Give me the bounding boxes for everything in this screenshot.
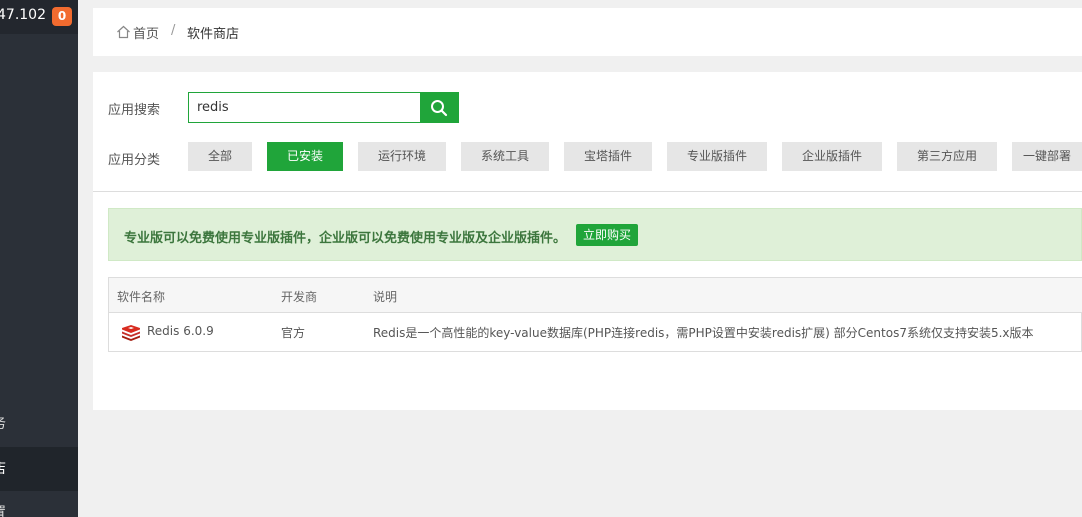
category-bt-plugins[interactable]: 宝塔插件 <box>564 142 652 171</box>
search-label: 应用搜索 <box>108 103 161 118</box>
breadcrumb: 首页 / 软件商店 <box>93 8 1082 56</box>
column-header-name[interactable]: 软件名称 <box>117 288 165 305</box>
search-icon <box>431 100 448 117</box>
notice-text: 专业版可以免费使用专业版插件，企业版可以免费使用专业版及企业版插件。 <box>124 231 567 246</box>
category-all[interactable]: 全部 <box>188 142 252 171</box>
breadcrumb-current: 软件商店 <box>187 27 240 42</box>
search-input[interactable] <box>189 93 420 122</box>
category-enterprise-plugins[interactable]: 企业版插件 <box>782 142 882 171</box>
sidebar-item-tasks[interactable]: 务 <box>0 402 78 446</box>
category-installed[interactable]: 已安装 <box>267 142 343 171</box>
software-developer: 官方 <box>281 326 306 340</box>
category-pro-plugins[interactable]: 专业版插件 <box>667 142 767 171</box>
sidebar-item-label: 务 <box>0 402 6 446</box>
sidebar-item-settings[interactable]: 置 <box>0 491 78 517</box>
software-description: Redis是一个高性能的key-value数据库(PHP连接redis，需PHP… <box>373 326 1034 340</box>
buy-now-button[interactable]: 立即购买 <box>576 224 639 246</box>
breadcrumb-home-link[interactable]: 首页 <box>133 23 159 42</box>
sidebar-item-label: 店 <box>0 447 6 491</box>
server-ip: 47.102 <box>0 7 46 23</box>
redis-icon <box>122 325 140 341</box>
search-button[interactable] <box>420 93 458 122</box>
sidebar: 47.102 0 务 店 置 <box>0 0 78 517</box>
column-header-description: 说明 <box>373 290 398 304</box>
sidebar-item-label: 置 <box>0 491 6 517</box>
table-row[interactable]: Redis 6.0.9 官方 Redis是一个高性能的key-value数据库(… <box>109 313 1082 351</box>
pro-notice-banner: 专业版可以免费使用专业版插件，企业版可以免费使用专业版及企业版插件。 立即购买 <box>108 208 1082 261</box>
column-header-developer[interactable]: 开发商 <box>281 288 317 305</box>
software-table: 软件名称 开发商 说明 Redis 6.0.9 官方 Redis是一个高性能的k… <box>108 277 1082 352</box>
category-third-party[interactable]: 第三方应用 <box>897 142 997 171</box>
sidebar-header: 47.102 0 <box>0 0 78 34</box>
notification-badge[interactable]: 0 <box>52 7 72 26</box>
table-header: 软件名称 开发商 说明 <box>109 278 1082 313</box>
search-box <box>188 92 459 123</box>
category-system-tools[interactable]: 系统工具 <box>461 142 549 171</box>
category-runtime[interactable]: 运行环境 <box>358 142 446 171</box>
breadcrumb-separator: / <box>171 23 176 38</box>
divider <box>93 191 1082 192</box>
software-name[interactable]: Redis 6.0.9 <box>147 324 214 338</box>
software-store-panel: 应用搜索 应用分类 全部 已安装 运行环境 系统工具 宝塔插件 专业版插件 企业… <box>93 72 1082 410</box>
home-icon[interactable] <box>116 25 131 39</box>
category-label: 应用分类 <box>108 153 161 168</box>
sidebar-item-store[interactable]: 店 <box>0 447 78 491</box>
category-one-click-deploy[interactable]: 一键部署 <box>1012 142 1082 171</box>
